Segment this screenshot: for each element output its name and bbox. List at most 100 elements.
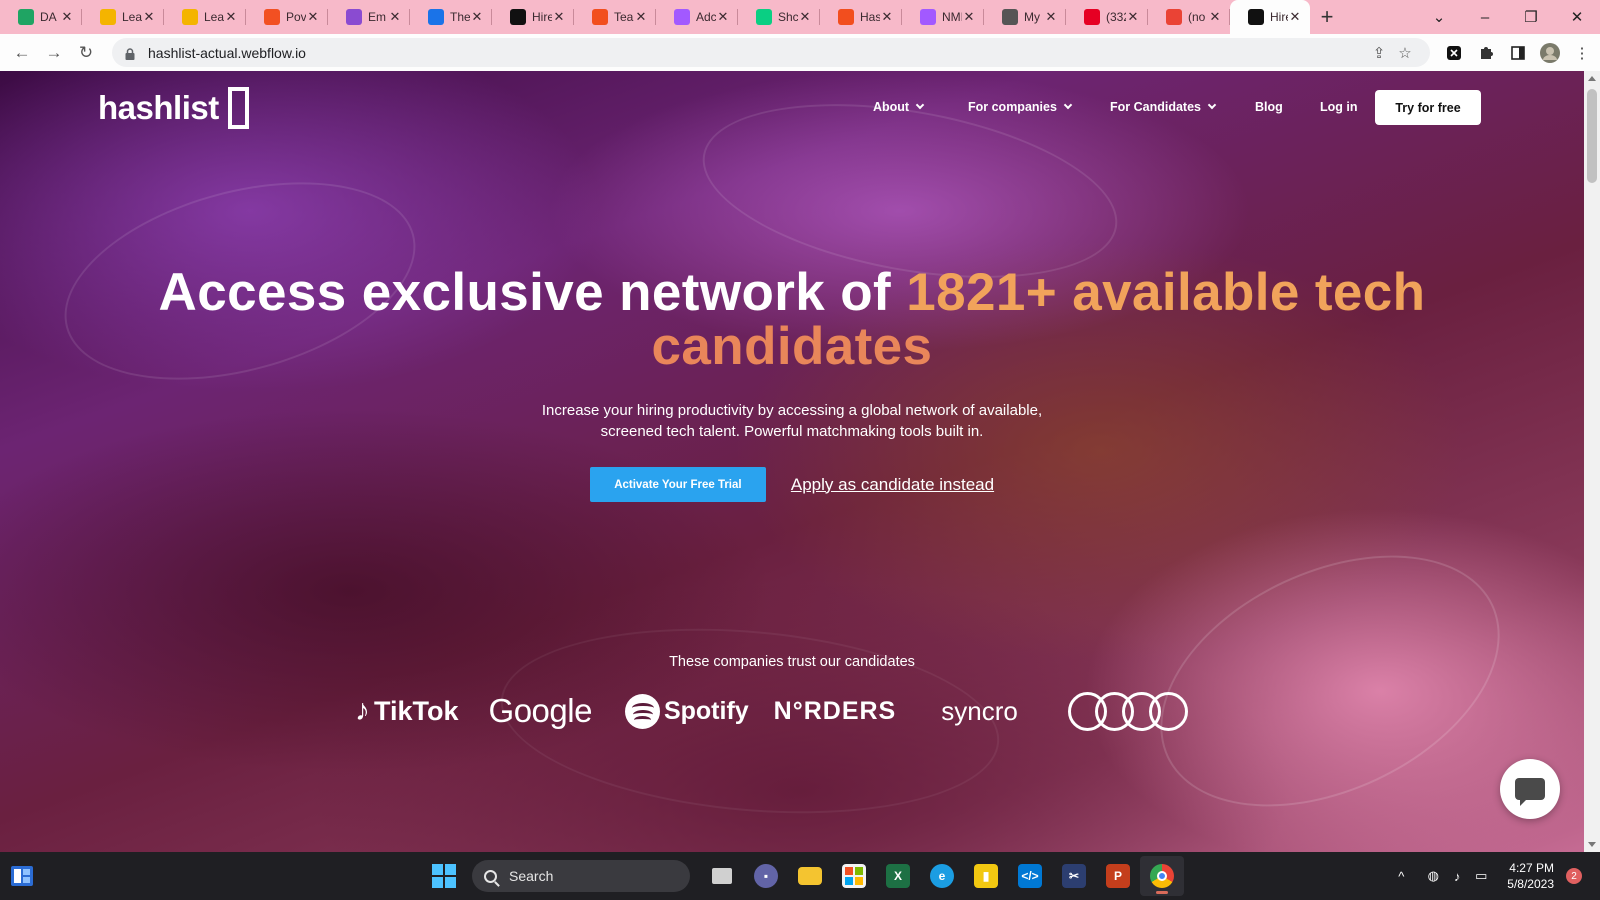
restore-button[interactable]: ❐ xyxy=(1508,8,1554,26)
close-tab-icon[interactable]: ✕ xyxy=(1044,9,1058,25)
try-for-free-button[interactable]: Try for free xyxy=(1375,90,1481,125)
close-tab-icon[interactable]: ✕ xyxy=(798,9,812,25)
scroll-down-arrow-icon[interactable] xyxy=(1588,842,1596,847)
show-hidden-icons-chevron-icon[interactable]: ^ xyxy=(1389,869,1413,884)
browser-tab[interactable]: The ✕ xyxy=(410,0,492,34)
new-tab-button[interactable]: + xyxy=(1310,0,1344,34)
teams-chat-icon[interactable]: ▪ xyxy=(744,856,788,896)
browser-tab[interactable]: NMI po✕ xyxy=(902,0,984,34)
notification-badge[interactable]: 2 xyxy=(1566,868,1582,884)
tiktok-wordmark: TikTok xyxy=(374,695,459,726)
close-tab-icon[interactable]: ✕ xyxy=(552,9,566,25)
vscode-icon[interactable]: </> xyxy=(1008,856,1052,896)
profile-avatar[interactable] xyxy=(1534,37,1566,69)
figma-icon xyxy=(674,9,690,25)
browser-tab[interactable]: Shc ✕ xyxy=(738,0,820,34)
browser-tab[interactable]: Hashlist✕ xyxy=(820,0,902,34)
extensions-puzzle-icon[interactable] xyxy=(1470,37,1502,69)
tab-title: Em xyxy=(368,10,386,24)
close-tab-icon[interactable]: ✕ xyxy=(716,9,730,25)
taskbar-search[interactable]: Search xyxy=(472,860,690,892)
browser-tab[interactable]: (no sub✕ xyxy=(1148,0,1230,34)
browser-tab[interactable]: Pov ✕ xyxy=(246,0,328,34)
browser-menu-icon[interactable]: ⋮ xyxy=(1566,37,1598,69)
browser-tab[interactable]: Lea ✕ xyxy=(164,0,246,34)
search-icon xyxy=(484,869,497,883)
scroll-up-arrow-icon[interactable] xyxy=(1588,76,1596,81)
hero-section: Access exclusive network of 1821+ availa… xyxy=(0,266,1584,502)
chat-widget-button[interactable] xyxy=(1500,759,1560,819)
nav-login[interactable]: Log in xyxy=(1320,100,1358,114)
forward-button[interactable]: → xyxy=(38,37,70,69)
browser-tab[interactable]: Em ✕ xyxy=(328,0,410,34)
widgets-icon[interactable] xyxy=(10,864,34,888)
bookmark-star-icon[interactable]: ☆ xyxy=(1392,44,1418,62)
volume-icon[interactable]: ♪ xyxy=(1445,869,1469,884)
browser-tab[interactable]: DA ✕ xyxy=(0,0,82,34)
hashlist-logo[interactable]: hashlist xyxy=(98,87,249,129)
minimize-button[interactable]: – xyxy=(1462,9,1508,26)
browser-tab-strip: DA ✕ Lea ✕ Lea ✕ Pov ✕ Em ✕ The ✕ Hire ✕ Tea ✕ Adc ✕ Shc ✕ H… xyxy=(0,0,1600,34)
edge-icon[interactable]: e xyxy=(920,856,964,896)
close-tab-icon[interactable]: ✕ xyxy=(60,9,74,25)
powerpoint-icon[interactable]: P xyxy=(1096,856,1140,896)
url-text: hashlist-actual.webflow.io xyxy=(148,44,306,61)
tab-search-icon[interactable]: ⌄ xyxy=(1416,8,1462,26)
apply-as-candidate-link[interactable]: Apply as candidate instead xyxy=(791,475,994,495)
browser-tab[interactable]: Hire✕ xyxy=(492,0,574,34)
browser-tab[interactable]: Tea ✕ xyxy=(574,0,656,34)
nav-blog[interactable]: Blog xyxy=(1255,100,1283,114)
close-tab-icon[interactable]: ✕ xyxy=(1126,9,1140,25)
nav-for-candidates[interactable]: For Candidates xyxy=(1110,100,1217,114)
taskbar-clock[interactable]: 4:27 PM 5/8/2023 xyxy=(1507,860,1554,892)
browser-tab[interactable]: (332) Pi✕ xyxy=(1066,0,1148,34)
side-panel-icon[interactable] xyxy=(1502,37,1534,69)
close-tab-icon[interactable]: ✕ xyxy=(470,9,484,25)
windows-start-icon[interactable] xyxy=(432,864,456,888)
excel-icon[interactable]: X xyxy=(876,856,920,896)
snipping-tool-icon[interactable]: ✂ xyxy=(1052,856,1096,896)
address-bar[interactable]: hashlist-actual.webflow.io ⇪ ☆ xyxy=(112,38,1430,67)
nav-about[interactable]: About xyxy=(873,100,925,114)
microsoft-icon xyxy=(264,9,280,25)
battery-icon[interactable]: ▭ xyxy=(1469,868,1493,884)
power-bi-icon[interactable]: ▮ xyxy=(964,856,1008,896)
hero-subtitle: Increase your hiring productivity by acc… xyxy=(541,402,1043,440)
activate-free-trial-button[interactable]: Activate Your Free Trial xyxy=(589,467,766,502)
hashlist-icon xyxy=(510,9,526,25)
share-icon[interactable]: ⇪ xyxy=(1366,44,1392,62)
file-explorer-icon[interactable] xyxy=(788,856,832,896)
tab-title: The xyxy=(450,10,470,24)
browser-tab[interactable]: Lea ✕ xyxy=(82,0,164,34)
figma-icon xyxy=(838,9,854,25)
task-view-icon[interactable] xyxy=(700,856,744,896)
close-tab-icon[interactable]: ✕ xyxy=(634,9,648,25)
extension-icon[interactable] xyxy=(1438,37,1470,69)
reload-button[interactable]: ↻ xyxy=(70,37,102,69)
close-tab-icon[interactable]: ✕ xyxy=(388,9,402,25)
back-button[interactable]: ← xyxy=(6,37,38,69)
scrollbar-thumb[interactable] xyxy=(1587,89,1597,183)
close-tab-icon[interactable]: ✕ xyxy=(880,9,894,25)
close-tab-icon[interactable]: ✕ xyxy=(1208,9,1222,25)
browser-tab[interactable]: Hire✕ xyxy=(1230,0,1310,34)
close-tab-icon[interactable]: ✕ xyxy=(1288,9,1302,25)
dashboard-icon xyxy=(1002,9,1018,25)
close-tab-icon[interactable]: ✕ xyxy=(224,9,238,25)
nav-for-companies[interactable]: For companies xyxy=(968,100,1073,114)
background-swirl xyxy=(1120,505,1540,852)
tab-title: My Das xyxy=(1024,10,1044,24)
microsoft-store-icon[interactable] xyxy=(832,856,876,896)
close-tab-icon[interactable]: ✕ xyxy=(306,9,320,25)
close-tab-icon[interactable]: ✕ xyxy=(962,9,976,25)
webpage-viewport: hashlist About For companies For Candida… xyxy=(0,71,1584,852)
browser-toolbar: ← → ↻ hashlist-actual.webflow.io ⇪ ☆ ⋮ xyxy=(0,34,1600,71)
network-globe-icon[interactable]: ◍ xyxy=(1421,868,1445,884)
page-scrollbar[interactable] xyxy=(1584,71,1600,852)
browser-tab[interactable]: Adc ✕ xyxy=(656,0,738,34)
close-tab-icon[interactable]: ✕ xyxy=(142,9,156,25)
hero-heading: Access exclusive network of 1821+ availa… xyxy=(0,266,1584,374)
browser-tab[interactable]: My Das✕ xyxy=(984,0,1066,34)
close-window-button[interactable]: ✕ xyxy=(1554,8,1600,26)
chrome-icon[interactable] xyxy=(1140,856,1184,896)
